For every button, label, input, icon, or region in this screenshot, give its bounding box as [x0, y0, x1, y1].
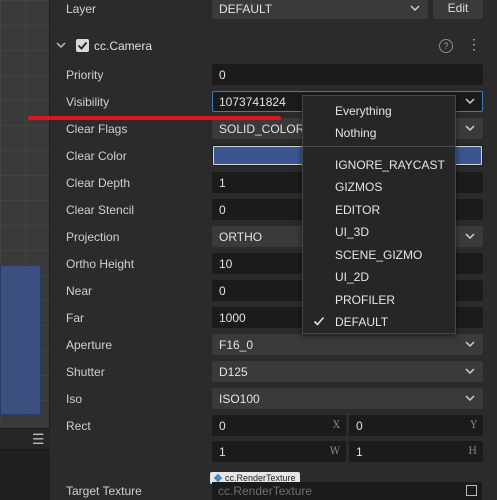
- dropdown-item-everything[interactable]: Everything: [303, 100, 455, 122]
- component-title: cc.Camera: [94, 39, 153, 53]
- target-texture-asset-field[interactable]: cc.RenderTexture: [212, 482, 482, 500]
- chevron-down-icon: [465, 125, 475, 132]
- rect-y-input[interactable]: 0 Y: [349, 415, 483, 436]
- clear-flags-label: Clear Flags: [66, 122, 128, 136]
- priority-label: Priority: [66, 68, 104, 82]
- layer-label: Layer: [66, 2, 97, 16]
- rect-label: Rect: [66, 419, 91, 433]
- rect-y-axis-label: Y: [470, 420, 477, 431]
- camera-component-header[interactable]: cc.Camera ? ⋮: [50, 32, 497, 60]
- shutter-label: Shutter: [66, 365, 105, 379]
- chevron-down-icon: [465, 368, 475, 375]
- dropdown-item-ignore-raycast[interactable]: IGNORE_RAYCAST: [303, 154, 455, 176]
- annotation-underline: [28, 116, 281, 120]
- hamburger-icon[interactable]: ☰: [32, 432, 46, 446]
- aperture-value: F16_0: [219, 338, 254, 352]
- shutter-select[interactable]: D125: [212, 361, 483, 382]
- far-label: Far: [66, 311, 84, 325]
- scene-lower-panel: [0, 450, 50, 500]
- clear-color-label: Clear Color: [66, 149, 127, 163]
- more-options-icon[interactable]: ⋮: [467, 37, 481, 52]
- near-label: Near: [66, 284, 93, 298]
- rect-x-value: 0: [219, 419, 226, 433]
- dropdown-item-scene-gizmo[interactable]: SCENE_GIZMO: [303, 244, 455, 266]
- dropdown-separator: [303, 146, 455, 147]
- visibility-label: Visibility: [66, 95, 110, 109]
- target-texture-label: Target Texture: [66, 484, 142, 498]
- layer-value: DEFAULT: [219, 2, 273, 16]
- help-icon[interactable]: ?: [439, 39, 453, 53]
- projection-label: Projection: [66, 230, 120, 244]
- dropdown-item-default[interactable]: DEFAULT: [303, 311, 455, 333]
- rect-y-value: 0: [356, 419, 363, 433]
- layer-edit-button[interactable]: Edit: [433, 0, 483, 19]
- layer-select[interactable]: DEFAULT: [212, 0, 428, 19]
- aperture-label: Aperture: [66, 338, 113, 352]
- clear-flags-value: SOLID_COLOR: [219, 122, 305, 136]
- visibility-dropdown-menu: Everything Nothing IGNORE_RAYCAST GIZMOS…: [302, 95, 456, 334]
- target-texture-placeholder: cc.RenderTexture: [218, 484, 313, 498]
- rect-row: Rect 0 X 0 Y 1 W 1 H: [50, 413, 497, 467]
- rect-h-input[interactable]: 1 H: [349, 441, 483, 462]
- dropdown-item-ui-3d[interactable]: UI_3D: [303, 221, 455, 243]
- visibility-value: 1073741824: [219, 95, 286, 109]
- rect-w-input[interactable]: 1 W: [212, 441, 346, 462]
- dropdown-item-editor[interactable]: EDITOR: [303, 199, 455, 221]
- clear-depth-label: Clear Depth: [66, 176, 131, 190]
- priority-row: Priority 0: [50, 62, 497, 89]
- ortho-height-label: Ortho Height: [66, 257, 135, 271]
- chevron-down-icon: [465, 341, 475, 348]
- layer-row: Layer DEFAULT Edit: [50, 0, 497, 23]
- rect-x-axis-label: X: [332, 420, 340, 431]
- iso-label: Iso: [66, 392, 83, 406]
- aperture-row: Aperture F16_0: [50, 332, 497, 359]
- shutter-row: Shutter D125: [50, 359, 497, 386]
- iso-row: Iso ISO100: [50, 386, 497, 413]
- asset-type-icon: [213, 473, 223, 483]
- chevron-down-icon: [410, 5, 420, 12]
- shutter-value: D125: [219, 365, 248, 379]
- rect-w-value: 1: [219, 445, 226, 459]
- chevron-down-icon: [465, 98, 475, 105]
- clear-stencil-label: Clear Stencil: [66, 203, 135, 217]
- checkmark-icon: [313, 316, 325, 326]
- chevron-down-icon: [465, 233, 475, 240]
- rect-h-axis-label: H: [468, 446, 477, 457]
- asset-picker-icon[interactable]: [466, 485, 477, 496]
- iso-value: ISO100: [219, 392, 260, 406]
- aperture-select[interactable]: F16_0: [212, 334, 483, 355]
- checkmark-icon: [77, 41, 88, 50]
- scene-toolbar: ☰: [0, 428, 50, 450]
- priority-input[interactable]: 0: [212, 64, 483, 85]
- component-enabled-checkbox[interactable]: [76, 39, 89, 52]
- iso-select[interactable]: ISO100: [212, 388, 483, 409]
- dropdown-item-ui-2d[interactable]: UI_2D: [303, 266, 455, 288]
- collapse-caret-icon[interactable]: [56, 40, 66, 50]
- projection-value: ORTHO: [219, 230, 263, 244]
- dropdown-item-gizmos[interactable]: GIZMOS: [303, 176, 455, 198]
- rect-w-axis-label: W: [329, 446, 340, 457]
- chevron-down-icon: [465, 395, 475, 402]
- scene-camera-frame: [0, 265, 41, 415]
- dropdown-item-profiler[interactable]: PROFILER: [303, 289, 455, 311]
- scene-viewport[interactable]: ☰: [0, 0, 50, 500]
- rect-x-input[interactable]: 0 X: [212, 415, 346, 436]
- dropdown-item-nothing[interactable]: Nothing: [303, 122, 455, 144]
- rect-h-value: 1: [356, 445, 363, 459]
